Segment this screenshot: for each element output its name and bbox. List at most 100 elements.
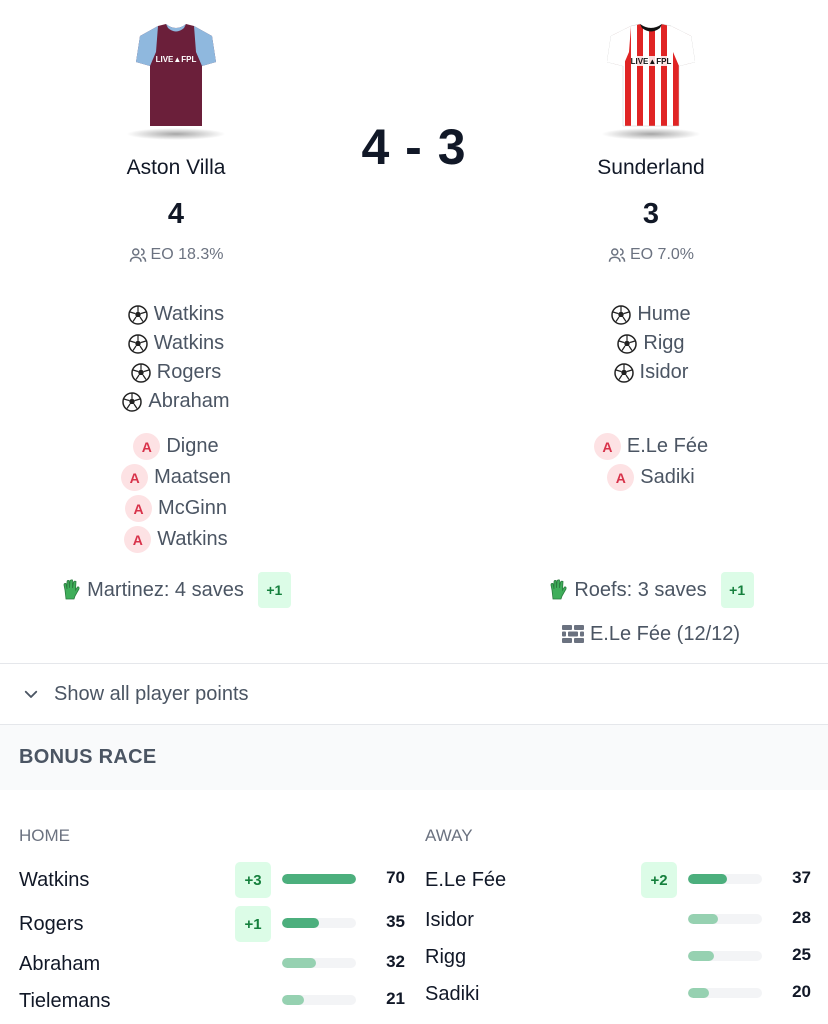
bonus-race-header: BONUS RACE — [0, 725, 828, 790]
bonus-row: Isidor 28 — [425, 902, 815, 939]
bps-bar-fill — [688, 874, 728, 884]
goal-row: Rogers — [6, 358, 346, 387]
bonus-home-column: HOME Watkins +3 70 Rogers +1 35 Abraham 32 Tiele… — [19, 826, 409, 1020]
goal-scorer: Rigg — [643, 332, 685, 354]
bonus-row: Rigg 25 — [425, 939, 815, 976]
bps-bar-fill — [282, 958, 316, 968]
home-saves: Martinez: 4 saves +1 — [6, 570, 346, 610]
glove-icon — [548, 579, 568, 601]
bonus-away-column: AWAY E.Le Fée +2 37 Isidor 28 Rigg 25 Sadiki 20 — [425, 826, 815, 1013]
away-goals: Hume Rigg Isidor — [481, 300, 821, 416]
home-shirt-sponsor: LIVE▲FPL — [156, 55, 197, 64]
users-icon — [608, 248, 626, 262]
assist-icon: A — [121, 464, 149, 491]
bps-value: 37 — [792, 868, 811, 887]
football-icon — [122, 391, 143, 412]
assist-row: A E.Le Fée — [481, 431, 821, 462]
assist-icon: A — [593, 433, 621, 460]
bps-value: 20 — [792, 982, 811, 1001]
home-team-name: Aston Villa — [126, 156, 226, 179]
bonus-points-badge: +1 — [235, 906, 271, 942]
bps-bar — [688, 988, 762, 998]
match-summary: 4 - 3 LIVE▲FPL Aston Villa 4 EO 18.3% Wa… — [0, 0, 828, 664]
home-team-score: 4 — [167, 198, 185, 230]
bonus-player-name: Rigg — [425, 946, 467, 968]
assist-row: A Digne — [6, 431, 346, 462]
bps-value: 35 — [386, 912, 405, 931]
bps-bar-fill — [282, 918, 319, 928]
goal-scorer: Isidor — [639, 361, 689, 383]
bonus-home-list: Watkins +3 70 Rogers +1 35 Abraham 32 Tielemans 2… — [19, 862, 409, 1020]
assist-row: A Maatsen — [6, 462, 346, 493]
home-shirt-icon: LIVE▲FPL — [136, 24, 216, 126]
goal-row: Abraham — [6, 387, 346, 416]
home-events: Watkins Watkins Rogers Abraham A Digne AM… — [6, 300, 346, 610]
away-eo: EO 7.0% — [481, 244, 821, 266]
home-assists: A Digne A Maatsen A McGinn A Watkins — [6, 431, 346, 555]
assist-row: A Sadiki — [481, 462, 821, 493]
bonus-points-badge: +3 — [235, 862, 271, 898]
goal-scorer: Watkins — [153, 303, 225, 325]
bps-bar-fill — [282, 874, 356, 884]
home-team: LIVE▲FPL Aston Villa 4 EO 18.3% Watkins … — [6, 0, 346, 610]
bps-bar-fill — [688, 951, 715, 961]
goal-row: Hume — [481, 300, 821, 329]
bonus-row: Abraham 32 — [19, 946, 409, 983]
home-shirt-shadow — [126, 128, 226, 140]
bps-bar-fill — [688, 914, 718, 924]
bonus-player-name: Abraham — [19, 953, 101, 975]
assist-player: Maatsen — [154, 466, 231, 488]
show-all-player-points-toggle[interactable]: Show all player points — [0, 664, 828, 724]
saves-bonus-badge: +1 — [720, 572, 754, 608]
bps-bar — [688, 874, 762, 884]
goal-row: Isidor — [481, 358, 821, 387]
assist-player: Digne — [166, 435, 219, 457]
bps-bar — [688, 914, 762, 924]
bps-value: 70 — [386, 868, 405, 887]
bonus-away-list: E.Le Fée +2 37 Isidor 28 Rigg 25 Sadiki 20 — [425, 862, 815, 1013]
show-all-label: Show all player points — [54, 682, 249, 705]
bonus-player-name: Tielemans — [19, 990, 111, 1012]
defcon-text: E.Le Fée (12/12) — [589, 622, 741, 645]
assist-player: McGinn — [158, 497, 227, 519]
bps-bar — [282, 918, 356, 928]
football-icon — [611, 304, 632, 325]
away-events: Hume Rigg Isidor A E.Le Fée A Sadiki Roefs… — [481, 300, 821, 650]
away-shirt-shadow — [601, 128, 701, 140]
away-eo-text: EO 7.0% — [629, 246, 695, 263]
bonus-player-name: Sadiki — [425, 983, 480, 1005]
football-icon — [128, 304, 148, 325]
bonus-player-name: E.Le Fée — [425, 869, 507, 891]
bonus-player-name: Isidor — [425, 909, 474, 931]
saves-bonus-badge: +1 — [257, 572, 291, 608]
away-shirt: LIVE▲FPL — [481, 0, 821, 150]
away-shirt-icon: LIVE▲FPL — [607, 23, 695, 127]
away-assists: A E.Le Fée A Sadiki — [481, 431, 821, 555]
bps-bar — [282, 958, 356, 968]
football-icon — [128, 333, 148, 354]
away-team-score: 3 — [642, 198, 660, 230]
assist-icon: A — [607, 464, 635, 491]
away-defcon: E.Le Fée (12/12) — [481, 618, 821, 650]
away-team: LIVE▲FPL Sunderland 3 EO 7.0% Hume Rigg … — [481, 0, 821, 650]
bps-value: 21 — [386, 989, 405, 1008]
goal-scorer: Rogers — [156, 361, 222, 383]
football-icon — [613, 362, 634, 383]
assist-icon: A — [124, 526, 152, 553]
goal-scorer: Hume — [637, 303, 691, 325]
home-eo-text: EO 18.3% — [150, 246, 224, 263]
assist-player: Sadiki — [640, 466, 695, 488]
assist-row: A Watkins — [6, 524, 346, 555]
assist-icon: A — [125, 495, 153, 522]
saves-text: Roefs: 3 saves — [574, 578, 707, 601]
bonus-points-badge: +2 — [641, 862, 677, 898]
bps-bar-fill — [282, 995, 305, 1005]
bonus-row: Sadiki 20 — [425, 976, 815, 1013]
bonus-away-label: AWAY — [425, 826, 473, 845]
bonus-row: Tielemans 21 — [19, 983, 409, 1020]
bonus-home-label: HOME — [19, 826, 70, 845]
bonus-race-title: BONUS RACE — [19, 746, 157, 768]
goal-scorer: Watkins — [153, 332, 225, 354]
bps-value: 32 — [386, 952, 405, 971]
home-shirt: LIVE▲FPL — [6, 0, 346, 150]
